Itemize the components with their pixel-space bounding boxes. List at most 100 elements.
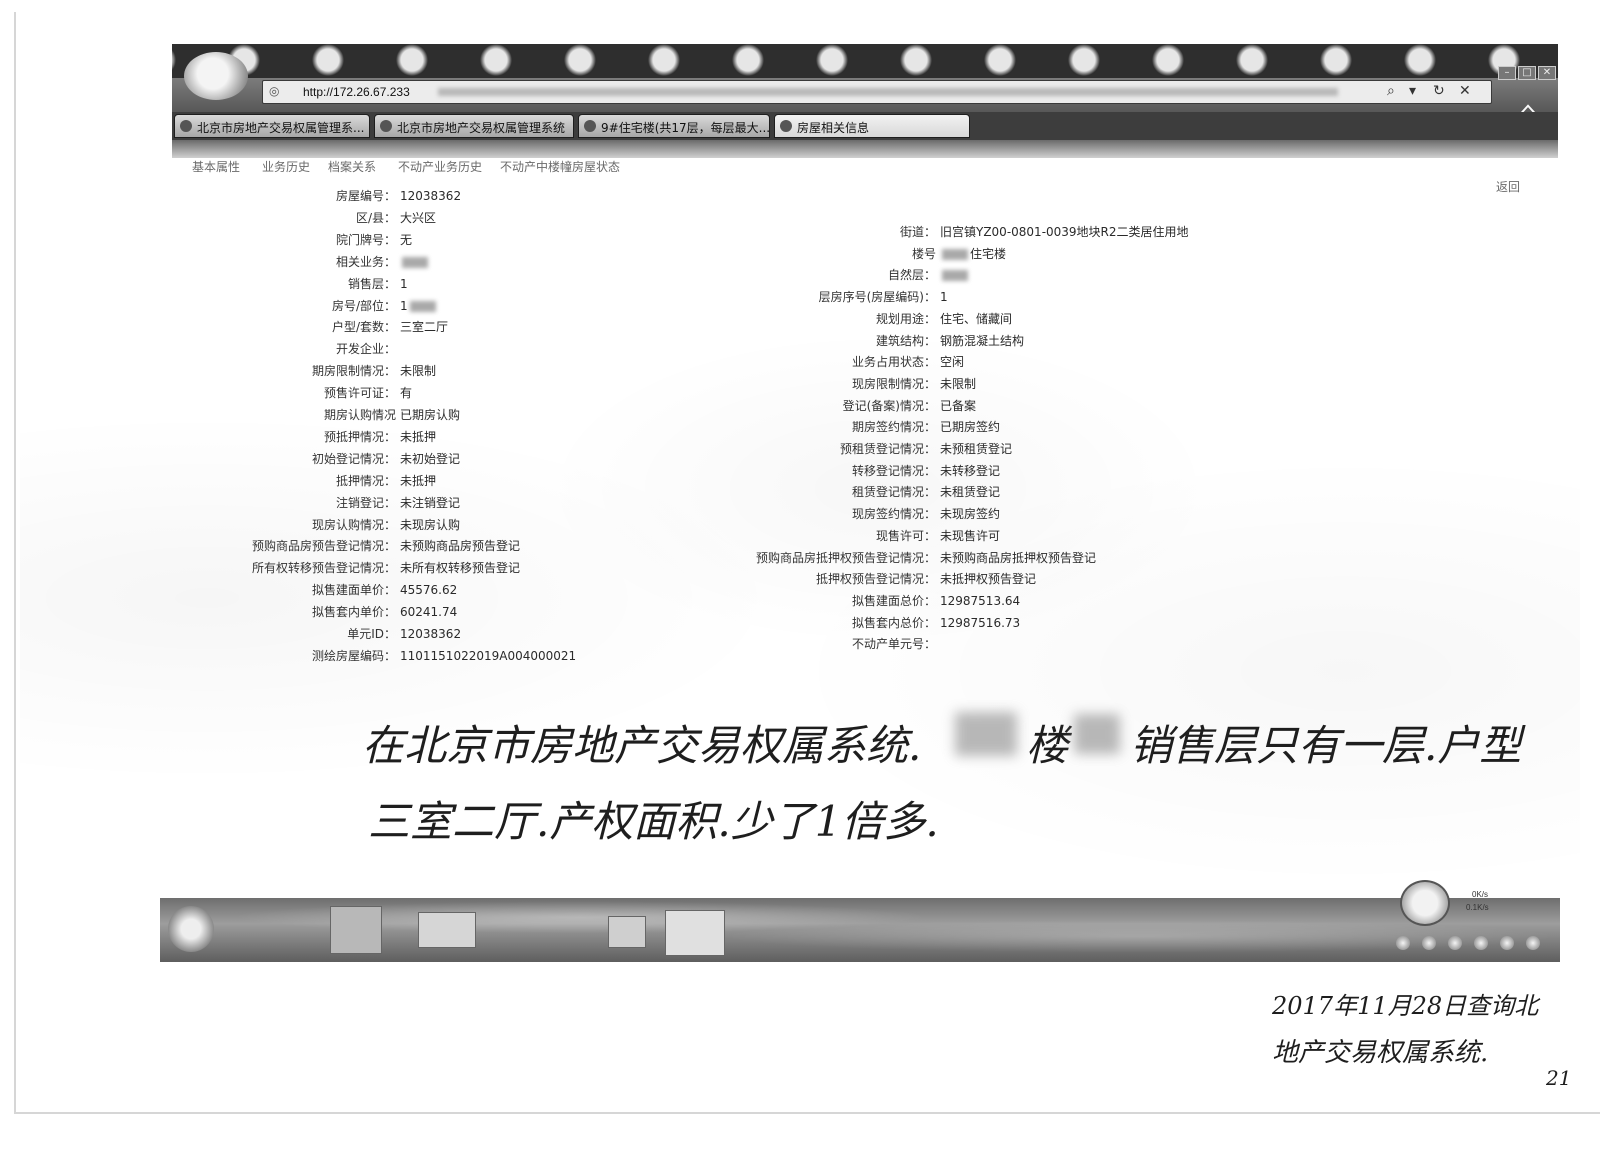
field-label: 楼号 [911, 246, 936, 261]
tray-icon[interactable] [1422, 936, 1436, 950]
handwritten-note-line2: 三室二厅.产权面积.少了1倍多. [368, 797, 939, 846]
handwritten-note-part2: 销售层只有一层.户型 [1130, 721, 1522, 770]
field-value-text: 未租赁登记 [940, 485, 1001, 500]
handwritten-note-building: 楼 [1026, 721, 1069, 770]
handwritten-note-part1: 在北京市房地产交易权属系统. [362, 721, 922, 770]
field-row: 建筑结构： 钢筋混凝土结构 [0, 334, 1600, 349]
field-value: 住宅楼 [940, 247, 1006, 262]
field-label: 不动产单元号： [851, 637, 936, 652]
net-upload-speed: 0K/s [1472, 890, 1489, 899]
field-value: 未现房签约 [940, 507, 1000, 522]
tray-icon[interactable] [1474, 936, 1488, 950]
field-value-text: 未转移登记 [940, 463, 1001, 478]
field-row: 转移登记情况： 未转移登记 [0, 464, 1600, 479]
scan-edge-bottom [14, 1112, 1600, 1114]
net-download-speed: 0.1K/s [1466, 903, 1489, 912]
field-row: 现售许可： 未现售许可 [0, 529, 1600, 544]
field-label: 登记(备案)情况： [842, 398, 936, 413]
field-value-text: 12987513.64 [940, 593, 1021, 608]
field-value: 未抵押权预告登记 [940, 572, 1036, 587]
field-value-text: 钢筋混凝土结构 [940, 333, 1025, 348]
field-label: 街道： [899, 225, 936, 239]
field-row: 规划用途： 住宅、储藏间 [0, 312, 1600, 327]
taskbar [160, 898, 1560, 962]
field-value: 12987513.64 [940, 594, 1020, 609]
start-button-icon[interactable] [168, 906, 214, 952]
field-value: 未租赁登记 [940, 485, 1000, 500]
handwriting-redaction [955, 712, 1017, 756]
redaction-mark [942, 248, 968, 260]
field-row: 楼号 住宅楼 [0, 247, 1600, 262]
field-label: 期房签约情况： [851, 420, 936, 435]
field-row: 拟售套内总价： 12987516.73 [0, 616, 1600, 631]
field-value: 住宅、储藏间 [940, 312, 1012, 327]
network-monitor-logo-icon[interactable] [1400, 880, 1450, 926]
field-label: 规划用途： [875, 311, 936, 326]
field-value: 未限制 [940, 377, 976, 392]
field-row: 期房签约情况： 已期房签约 [0, 420, 1600, 435]
field-label: 拟售建面总价： [851, 593, 936, 608]
field-value-text: 未预租赁登记 [940, 442, 1013, 456]
field-row: 业务占用状态： 空闲 [0, 355, 1600, 370]
field-row: 层房序号(房屋编码)： 1 [0, 290, 1600, 305]
field-row: 自然层： [0, 268, 1600, 283]
field-row: 不动产单元号： [0, 637, 1600, 652]
field-value-text: 12987516.73 [940, 615, 1021, 630]
redaction-mark [942, 270, 968, 282]
taskbar-app-icon[interactable] [665, 910, 725, 956]
tray-icon[interactable] [1526, 936, 1540, 950]
field-value: 未预购商品房抵押权预告登记 [940, 551, 1096, 566]
handwritten-corner-fragment: 21 [1546, 1066, 1572, 1090]
field-label: 预购商品房抵押权预告登记情况： [755, 550, 936, 565]
field-value-text: 未现房签约 [940, 507, 1001, 522]
field-label: 现房限制情况： [851, 376, 936, 391]
field-label: 租赁登记情况： [851, 485, 936, 500]
field-value-text: 住宅楼 [970, 246, 1007, 261]
tray-icon[interactable] [1500, 936, 1514, 950]
field-value-text: 旧宫镇YZ00-0801-0039地块R2二类居住用地 [940, 225, 1189, 239]
field-row: 预租赁登记情况： 未预租赁登记 [0, 442, 1600, 457]
field-value-text: 空闲 [940, 355, 965, 370]
handwritten-date-line1: 2017年11月28日查询北 [1272, 992, 1539, 1020]
field-label: 现房签约情况： [851, 507, 936, 522]
field-row: 租赁登记情况： 未租赁登记 [0, 485, 1600, 500]
field-value: 1 [940, 290, 948, 305]
field-row: 现房签约情况： 未现房签约 [0, 507, 1600, 522]
field-value: 旧宫镇YZ00-0801-0039地块R2二类居住用地 [940, 225, 1189, 240]
field-value: 空闲 [940, 355, 964, 370]
handwritten-date-line2: 地产交易权属系统. [1272, 1038, 1489, 1068]
field-row: 拟售建面总价： 12987513.64 [0, 594, 1600, 609]
field-value [940, 268, 970, 283]
field-value-text: 住宅、储藏间 [940, 311, 1013, 326]
field-value: 未转移登记 [940, 464, 1000, 479]
field-row: 街道： 旧宫镇YZ00-0801-0039地块R2二类居住用地 [0, 225, 1600, 240]
field-label: 自然层： [887, 268, 936, 283]
field-label: 层房序号(房屋编码)： [818, 290, 936, 305]
field-label: 建筑结构： [875, 333, 936, 348]
taskbar-document-icon[interactable] [608, 916, 646, 948]
field-label: 业务占用状态： [851, 355, 936, 370]
field-value: 未现售许可 [940, 529, 1000, 544]
field-value-text: 未现售许可 [940, 528, 1001, 543]
handwriting-redaction [1074, 714, 1120, 754]
field-label: 转移登记情况： [851, 463, 936, 478]
fields-right-column: 街道： 旧宫镇YZ00-0801-0039地块R2二类居住用地 楼号 住宅楼自然层： 层… [0, 0, 1600, 700]
field-value-text: 未限制 [940, 376, 977, 391]
field-value: 钢筋混凝土结构 [940, 334, 1024, 349]
tray-icon[interactable] [1396, 936, 1410, 950]
field-value-text: 已期房签约 [940, 420, 1001, 435]
field-value: 已期房签约 [940, 420, 1000, 435]
taskbar-app-icon[interactable] [330, 906, 382, 954]
field-value-text: 未抵押权预告登记 [940, 572, 1037, 587]
field-value-text: 1 [940, 290, 948, 305]
field-value: 已备案 [940, 399, 976, 414]
field-row: 现房限制情况： 未限制 [0, 377, 1600, 392]
field-value: 12987516.73 [940, 616, 1020, 631]
field-label: 抵押权预告登记情况： [815, 572, 936, 587]
tray-icon[interactable] [1448, 936, 1462, 950]
field-label: 现售许可： [875, 528, 936, 543]
field-row: 登记(备案)情况： 已备案 [0, 399, 1600, 414]
field-value-text: 已备案 [940, 398, 977, 413]
taskbar-app-icon[interactable] [418, 912, 476, 948]
field-label: 拟售套内总价： [851, 615, 936, 630]
